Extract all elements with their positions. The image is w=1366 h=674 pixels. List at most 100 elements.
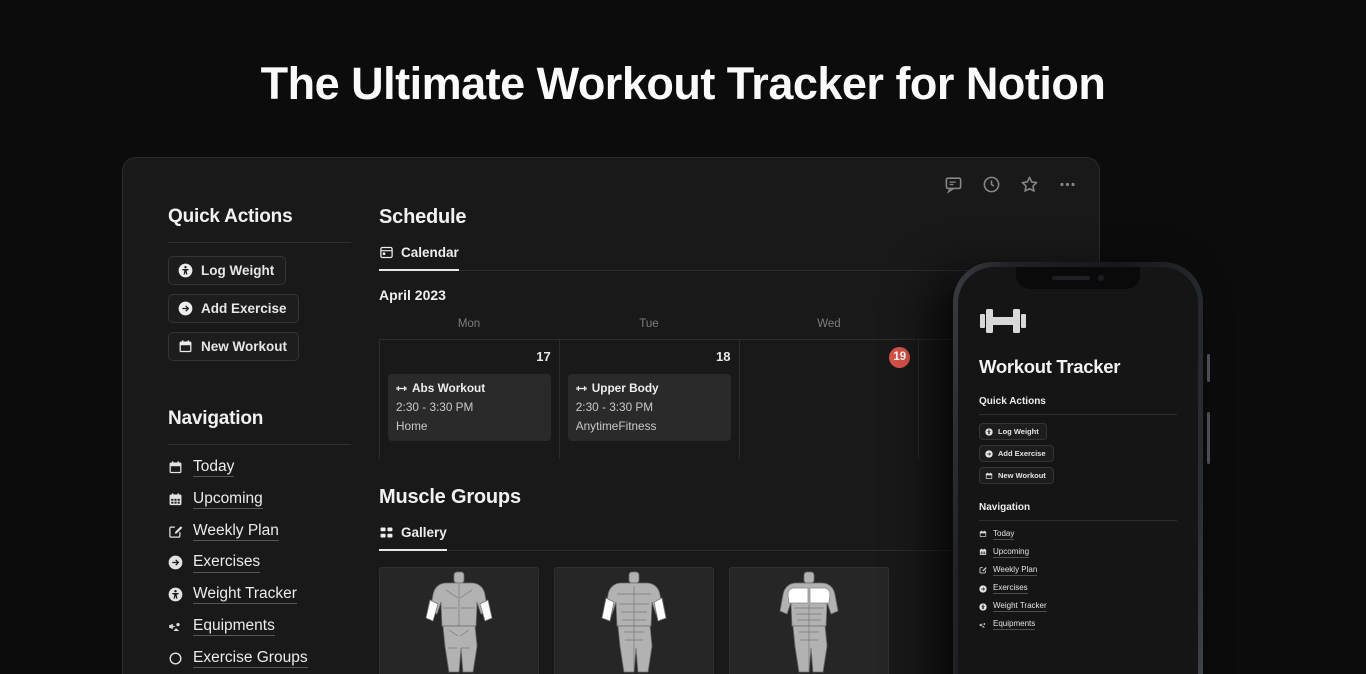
sidebar-item-label: Today	[193, 458, 235, 478]
sidebar-item-label: Exercises	[193, 553, 261, 573]
phone-nav-item-exercises[interactable]: Exercises	[979, 583, 1177, 594]
promo-graphic: The Ultimate Workout Tracker for Notion	[0, 0, 1366, 674]
calendar-day-cell[interactable]: 17 Abs Workout 2:30 - 3:30 PM Home	[379, 340, 560, 459]
phone-volume-button	[1207, 354, 1210, 382]
phone-app-title: Workout Tracker	[979, 356, 1121, 377]
navigation-section: Navigation Today Upcoming Weekly Plan Ex…	[168, 408, 351, 668]
day-number: 18	[716, 349, 731, 364]
event-title: Abs Workout	[412, 381, 486, 395]
phone-nav-item-weight-tracker[interactable]: Weight Tracker	[979, 601, 1177, 612]
anatomy-front-biceps-card[interactable]	[554, 567, 714, 674]
phone-nav-label: Today	[993, 529, 1015, 540]
sidebar-item-upcoming[interactable]: Upcoming	[168, 490, 351, 510]
sidebar-item-today[interactable]: Today	[168, 458, 351, 478]
person-circle-icon	[178, 263, 193, 278]
arrow-right-circle-icon	[178, 301, 193, 316]
calendar-icon	[979, 530, 987, 538]
gallery-grid-icon	[379, 525, 394, 540]
star-icon[interactable]	[1020, 175, 1039, 194]
sidebar-item-label: Equipments	[193, 617, 275, 637]
phone-add-exercise-button[interactable]: Add Exercise	[979, 445, 1054, 462]
calendar-grid-icon	[168, 492, 183, 507]
event-title: Upper Body	[591, 381, 659, 395]
equipment-icon	[168, 619, 183, 634]
weekday-tue: Tue	[639, 318, 659, 330]
calendar-grid-icon	[979, 548, 987, 556]
calendar-icon	[985, 472, 993, 480]
phone-log-weight-label: Log Weight	[998, 427, 1039, 436]
anatomy-back-triceps-icon	[425, 571, 493, 673]
phone-nav-item-weekly-plan[interactable]: Weekly Plan	[979, 565, 1177, 576]
phone-new-workout-label: New Workout	[998, 471, 1046, 480]
calendar-icon	[178, 339, 193, 354]
dumbbell-icon	[396, 385, 407, 391]
sidebar-item-exercises[interactable]: Exercises	[168, 553, 351, 573]
calendar-day-cell[interactable]: 18 Upper Body 2:30 - 3:30 PM AnytimeFitn…	[560, 340, 740, 459]
sidebar-item-equipments[interactable]: Equipments	[168, 617, 351, 637]
phone-nav-label: Weekly Plan	[993, 565, 1038, 576]
phone-nav-label: Upcoming	[993, 547, 1030, 558]
calendar-event[interactable]: Upper Body 2:30 - 3:30 PM AnytimeFitness	[567, 374, 731, 441]
phone-camera	[1098, 275, 1104, 281]
phone-nav-label: Equipments	[993, 619, 1036, 631]
more-options-icon[interactable]	[1058, 175, 1077, 194]
comment-icon[interactable]	[944, 175, 963, 194]
event-time: 2:30 - 3:30 PM	[575, 400, 654, 414]
person-circle-icon	[168, 587, 183, 602]
sidebar-item-exercise-groups[interactable]: Exercise Groups	[168, 649, 351, 668]
tab-gallery-label: Gallery	[401, 525, 447, 540]
edit-square-icon	[979, 566, 987, 574]
sidebar-item-label: Weekly Plan	[193, 522, 279, 541]
calendar-icon	[168, 460, 183, 475]
divider	[979, 520, 1177, 521]
phone-quick-actions-heading: Quick Actions	[979, 396, 1046, 407]
window-toolbar	[944, 158, 1099, 210]
anatomy-front-chest-card[interactable]	[729, 567, 889, 674]
edit-square-icon	[168, 524, 183, 539]
event-time: 2:30 - 3:30 PM	[396, 400, 474, 414]
phone-new-workout-button[interactable]: New Workout	[979, 467, 1054, 484]
sidebar-item-label: Exercise Groups	[193, 649, 308, 668]
divider	[168, 242, 351, 243]
calendar-event[interactable]: Abs Workout 2:30 - 3:30 PM Home	[388, 374, 551, 441]
phone-log-weight-button[interactable]: Log Weight	[979, 423, 1047, 440]
phone-nav-item-today[interactable]: Today	[979, 529, 1177, 540]
phone-nav-label: Exercises	[993, 583, 1028, 594]
phone-add-exercise-label: Add Exercise	[998, 449, 1046, 458]
day-number-today: 19	[889, 347, 911, 368]
phone-speaker	[1052, 276, 1090, 280]
event-location: AnytimeFitness	[575, 419, 657, 433]
person-circle-icon	[985, 427, 993, 436]
calendar-day-cell[interactable]: 19	[740, 340, 920, 459]
anatomy-front-biceps-icon	[601, 571, 667, 673]
new-workout-label: New Workout	[201, 339, 288, 354]
arrow-right-circle-icon	[979, 584, 987, 593]
divider	[979, 414, 1177, 415]
quick-actions-heading: Quick Actions	[168, 206, 293, 227]
sidebar-item-weekly-plan[interactable]: Weekly Plan	[168, 522, 351, 541]
tab-gallery[interactable]: Gallery	[379, 525, 447, 551]
add-exercise-label: Add Exercise	[201, 301, 287, 316]
weekday-mon: Mon	[457, 318, 481, 330]
divider	[168, 444, 351, 445]
arrow-right-circle-icon	[168, 555, 183, 570]
phone-navigation-heading: Navigation	[979, 502, 1031, 513]
arrow-right-circle-icon	[985, 449, 993, 458]
history-clock-icon[interactable]	[982, 175, 1001, 194]
equipment-icon	[979, 621, 987, 629]
page-title: The Ultimate Workout Tracker for Notion	[260, 58, 1106, 109]
tab-calendar-label: Calendar	[401, 245, 459, 260]
tab-calendar[interactable]: Calendar	[379, 245, 459, 271]
new-workout-button[interactable]: New Workout	[168, 332, 300, 361]
add-exercise-button[interactable]: Add Exercise	[168, 294, 299, 323]
phone-notch	[1016, 267, 1140, 289]
weekday-wed: Wed	[817, 318, 841, 330]
phone-mockup: Workout Tracker Quick Actions Log Weight…	[953, 262, 1210, 674]
log-weight-button[interactable]: Log Weight	[168, 256, 287, 285]
dumbbell-logo-icon	[979, 305, 1177, 342]
phone-nav-item-equipments[interactable]: Equipments	[979, 619, 1177, 631]
phone-nav-item-upcoming[interactable]: Upcoming	[979, 547, 1177, 558]
day-number: 17	[536, 349, 551, 364]
sidebar-item-weight-tracker[interactable]: Weight Tracker	[168, 585, 351, 605]
anatomy-back-triceps-card[interactable]	[379, 567, 539, 674]
